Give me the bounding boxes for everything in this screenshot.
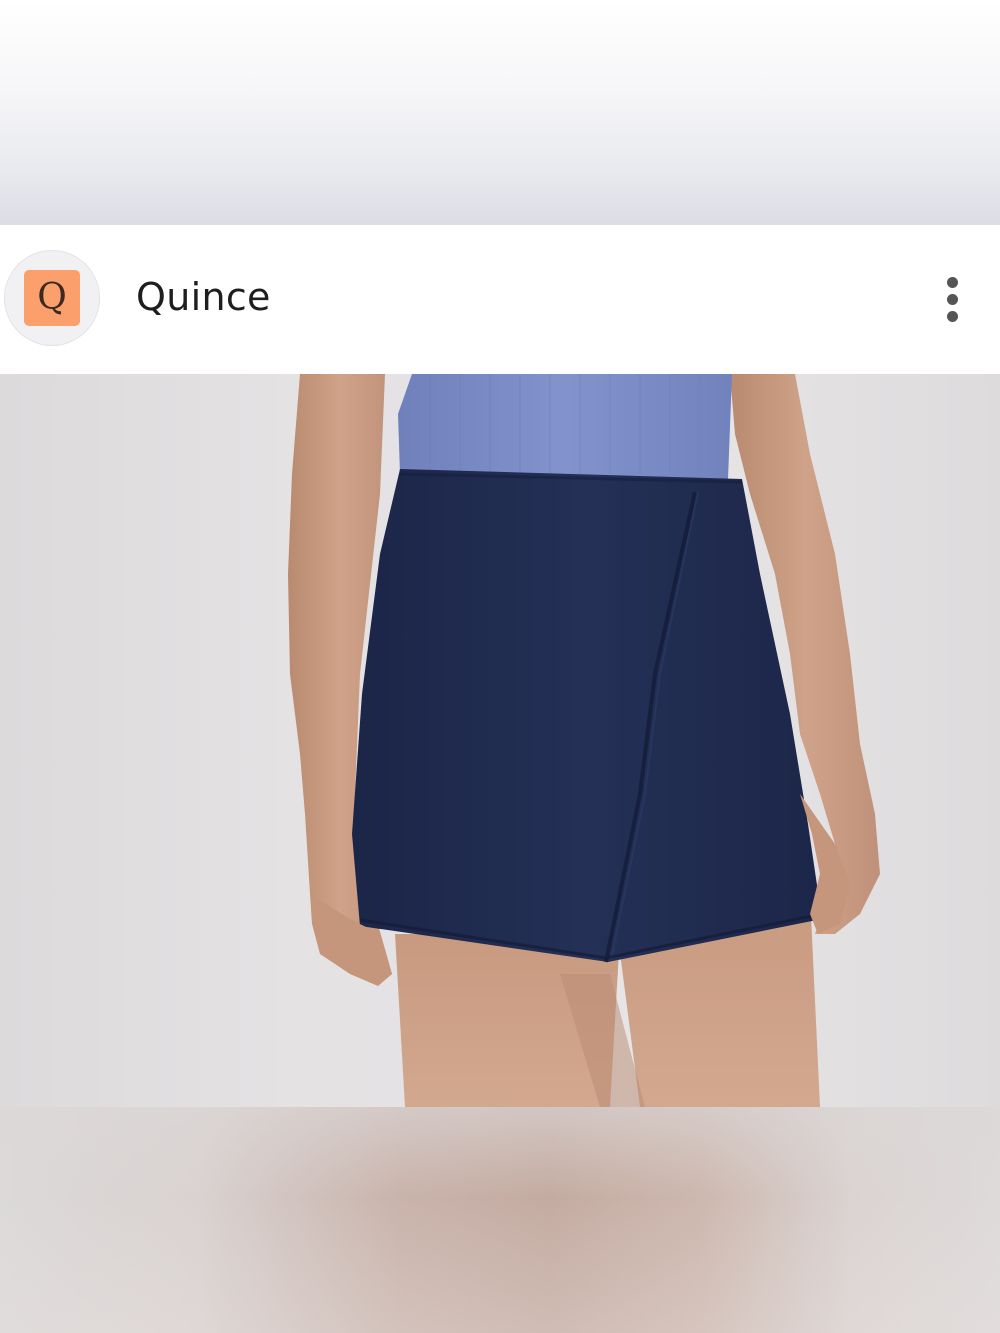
ad-post: Q Quince [0, 0, 1000, 1333]
more-vertical-icon [946, 276, 958, 288]
more-options-button[interactable] [932, 271, 972, 327]
brand-name[interactable]: Quince [136, 273, 271, 321]
post-header: Q Quince [0, 225, 1000, 374]
bottom-blurred-background [0, 1107, 1000, 1333]
more-vertical-icon [946, 293, 958, 305]
product-photo[interactable] [0, 374, 1000, 1107]
brand-logo: Q [24, 270, 80, 326]
more-vertical-icon [946, 310, 958, 322]
product-illustration [288, 374, 880, 1107]
brand-logo-letter: Q [37, 277, 67, 318]
tank-top [398, 374, 732, 479]
wrap-skirt [352, 469, 822, 962]
avatar[interactable]: Q [4, 250, 100, 346]
top-blurred-background [0, 0, 1000, 225]
